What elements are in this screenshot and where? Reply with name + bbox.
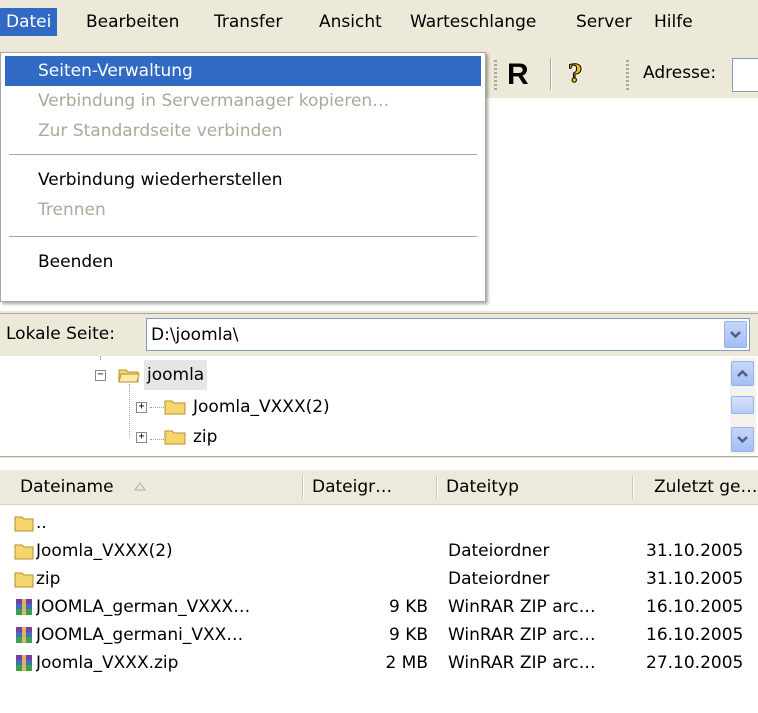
file-name: JOOMLA_germani_VXX… [36, 625, 244, 645]
tree-node-zip[interactable]: + zip [0, 422, 720, 452]
file-modified: 16.10.2005 [646, 625, 744, 645]
column-header-filename[interactable]: Dateiname [0, 470, 300, 504]
reconnect-button[interactable]: R [507, 58, 529, 92]
menu-item-exit[interactable]: Beenden [5, 247, 481, 277]
local-site-path[interactable]: D:\joomla\ [151, 325, 239, 345]
dropdown-button[interactable] [724, 321, 747, 348]
menu-warteschlange[interactable]: Warteschlange [404, 8, 542, 36]
winrar-archive-icon [16, 655, 32, 671]
toolbar-separator [550, 58, 551, 90]
tree-node-joomla-vxxx2[interactable]: + Joomla_VXXX(2) [0, 392, 720, 422]
file-size: 9 KB [388, 597, 428, 617]
file-size: 2 MB [385, 653, 428, 673]
scroll-up-button[interactable] [731, 361, 754, 386]
menu-item-copy-to-site-manager: Verbindung in Servermanager kopieren… [38, 91, 390, 111]
file-name: Joomla_VXXX.zip [36, 653, 179, 673]
file-size: 9 KB [388, 625, 428, 645]
column-header-modified[interactable]: Zuletzt ge… [634, 470, 758, 504]
local-site-bar: Lokale Seite: D:\joomla\ [0, 313, 758, 356]
file-modified: 31.10.2005 [646, 569, 744, 589]
chevron-up-icon [737, 369, 748, 377]
menu-bar: Datei Bearbeiten Transfer Ansicht Wartes… [0, 0, 758, 42]
winrar-archive-icon [16, 599, 32, 615]
file-modified: 31.10.2005 [646, 541, 744, 561]
sort-ascending-icon [134, 482, 146, 491]
file-name: Joomla_VXXX(2) [36, 541, 173, 561]
menu-bearbeiten[interactable]: Bearbeiten [80, 8, 185, 36]
menu-hilfe[interactable]: Hilfe [648, 8, 699, 36]
folder-icon [164, 400, 186, 415]
file-name: .. [36, 513, 47, 533]
tree-label[interactable]: Joomla_VXXX(2) [193, 392, 330, 422]
expand-icon[interactable]: + [136, 402, 147, 413]
toolbar-grip-2[interactable] [626, 60, 629, 90]
menu-ansicht[interactable]: Ansicht [313, 8, 388, 36]
toolbar-grip[interactable] [494, 60, 497, 90]
menu-separator [9, 154, 477, 155]
menu-transfer[interactable]: Transfer [208, 8, 288, 36]
address-label: Adresse: [643, 63, 717, 83]
file-row[interactable]: Joomla_VXXX(2) Dateiordner 31.10.2005 [0, 537, 758, 565]
column-header-size[interactable]: Dateigr… [304, 470, 434, 504]
menu-item-connect-default-site: Zur Standardseite verbinden [38, 121, 283, 141]
scroll-down-button[interactable] [731, 427, 754, 452]
folder-icon [14, 516, 34, 532]
menu-item-reconnect[interactable]: Verbindung wiederherstellen [5, 165, 481, 195]
column-divider[interactable] [302, 476, 303, 498]
file-row-parent[interactable]: .. [0, 509, 758, 537]
help-icon[interactable]: ? [564, 58, 590, 90]
menu-datei[interactable]: Datei [0, 8, 58, 36]
folder-open-icon [118, 369, 140, 383]
chevron-down-icon [730, 331, 741, 339]
menu-item-site-manager[interactable]: Seiten-Verwaltung [5, 56, 481, 86]
file-type: Dateiordner [448, 541, 550, 561]
file-list-header: Dateiname Dateigr… Dateityp Zuletzt ge… [0, 470, 758, 505]
file-row[interactable]: zip Dateiordner 31.10.2005 [0, 565, 758, 593]
folder-icon [14, 544, 34, 560]
file-row[interactable]: Joomla_VXXX.zip 2 MB WinRAR ZIP arc… 27.… [0, 649, 758, 677]
column-divider[interactable] [436, 476, 437, 498]
winrar-archive-icon [16, 627, 32, 643]
local-site-label: Lokale Seite: [6, 324, 115, 344]
address-input[interactable] [732, 58, 758, 92]
file-menu-dropdown: Seiten-Verwaltung Verbindung in Serverma… [0, 52, 486, 302]
file-modified: 16.10.2005 [646, 597, 744, 617]
file-type: WinRAR ZIP arc… [448, 625, 596, 645]
file-type: Dateiordner [448, 569, 550, 589]
local-directory-tree: − joomla + Joomla_VXXX(2) + zip [0, 356, 758, 457]
tree-node-joomla[interactable]: − joomla [0, 360, 720, 390]
tree-scrollbar[interactable] [730, 358, 756, 454]
expand-icon[interactable]: + [136, 432, 147, 443]
file-row[interactable]: JOOMLA_german_VXXX… 9 KB WinRAR ZIP arc…… [0, 593, 758, 621]
local-file-list: Dateiname Dateigr… Dateityp Zuletzt ge… … [0, 458, 758, 713]
file-row[interactable]: JOOMLA_germani_VXX… 9 KB WinRAR ZIP arc…… [0, 621, 758, 649]
folder-icon [164, 430, 186, 445]
file-type: WinRAR ZIP arc… [448, 653, 596, 673]
file-name: zip [36, 569, 61, 589]
svg-text:?: ? [568, 59, 582, 88]
collapse-icon[interactable]: − [95, 370, 106, 381]
tree-label[interactable]: zip [193, 422, 217, 452]
local-site-path-combo[interactable]: D:\joomla\ [146, 318, 750, 351]
chevron-down-icon [737, 436, 748, 444]
scroll-thumb[interactable] [731, 396, 754, 414]
folder-icon [14, 572, 34, 588]
menu-item-disconnect: Trennen [38, 200, 106, 220]
toolbar: R ? Adresse: [480, 52, 758, 98]
file-type: WinRAR ZIP arc… [448, 597, 596, 617]
menu-server[interactable]: Server [570, 8, 638, 36]
column-header-type[interactable]: Dateityp [438, 470, 630, 504]
column-divider[interactable] [632, 476, 633, 498]
menu-separator [9, 236, 477, 237]
file-modified: 27.10.2005 [646, 653, 744, 673]
file-name: JOOMLA_german_VXXX… [36, 597, 251, 617]
tree-label[interactable]: joomla [144, 360, 208, 390]
